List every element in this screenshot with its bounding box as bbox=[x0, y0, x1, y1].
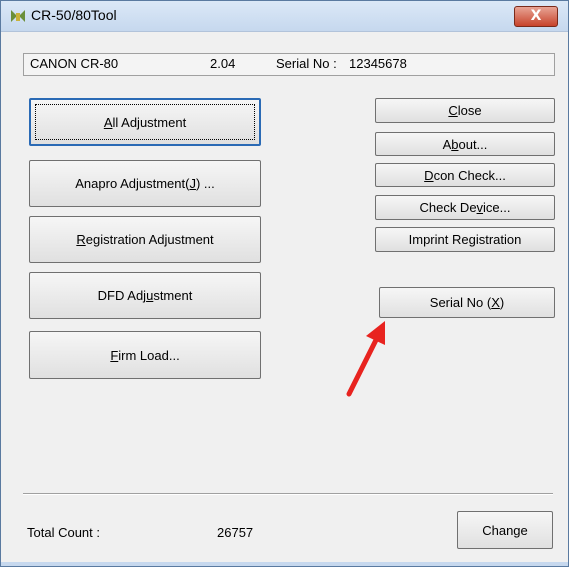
serial-no-button[interactable]: Serial No (X) bbox=[379, 287, 555, 318]
footer-separator bbox=[23, 493, 553, 495]
window-bottom-border bbox=[1, 562, 568, 566]
total-count-value: 26757 bbox=[217, 525, 254, 540]
device-model: CANON CR-80 bbox=[30, 56, 119, 71]
all-adjustment-button[interactable]: All Adjustment bbox=[29, 98, 261, 146]
imprint-registration-button[interactable]: Imprint Registration bbox=[375, 227, 555, 252]
about-label: About... bbox=[442, 136, 488, 152]
focus-rect bbox=[35, 104, 255, 140]
window-title: CR-50/80Tool bbox=[31, 7, 117, 23]
anapro-adjustment-button[interactable]: Anapro Adjustment(J) ... bbox=[29, 160, 261, 207]
title-bar[interactable]: CR-50/80Tool X bbox=[1, 1, 568, 32]
close-button[interactable]: Close bbox=[375, 98, 555, 123]
dcon-check-label: Dcon Check... bbox=[424, 167, 506, 183]
change-label: Change bbox=[482, 522, 528, 538]
about-button[interactable]: About... bbox=[375, 132, 555, 156]
firmware-version: 2.04 bbox=[210, 56, 236, 71]
main-window: CR-50/80Tool X CANON CR-80 2.04 Serial N… bbox=[0, 0, 569, 567]
imprint-registration-label: Imprint Registration bbox=[408, 232, 522, 247]
window-close-button[interactable]: X bbox=[514, 6, 558, 27]
total-count-label: Total Count : bbox=[27, 525, 100, 540]
firm-load-button[interactable]: Firm Load... bbox=[29, 331, 261, 379]
serial-label: Serial No : bbox=[276, 56, 337, 71]
dfd-adjustment-label: DFD Adjustment bbox=[97, 288, 193, 303]
serial-value: 12345678 bbox=[349, 56, 407, 71]
firm-load-label: Firm Load... bbox=[110, 347, 180, 363]
close-label: Close bbox=[448, 103, 482, 118]
dcon-check-button[interactable]: Dcon Check... bbox=[375, 163, 555, 187]
change-button[interactable]: Change bbox=[457, 511, 553, 549]
registration-adjustment-label: Registration Adjustment bbox=[76, 232, 214, 247]
check-device-label: Check Device... bbox=[419, 200, 511, 215]
app-icon bbox=[11, 10, 25, 22]
close-icon: X bbox=[530, 8, 542, 24]
anapro-adjustment-label: Anapro Adjustment(J) ... bbox=[75, 176, 215, 191]
check-device-button[interactable]: Check Device... bbox=[375, 195, 555, 220]
device-info-bar: CANON CR-80 2.04 Serial No : 12345678 bbox=[23, 53, 555, 76]
serial-no-label: Serial No (X) bbox=[429, 295, 505, 310]
dfd-adjustment-button[interactable]: DFD Adjustment bbox=[29, 272, 261, 319]
registration-adjustment-button[interactable]: Registration Adjustment bbox=[29, 216, 261, 263]
